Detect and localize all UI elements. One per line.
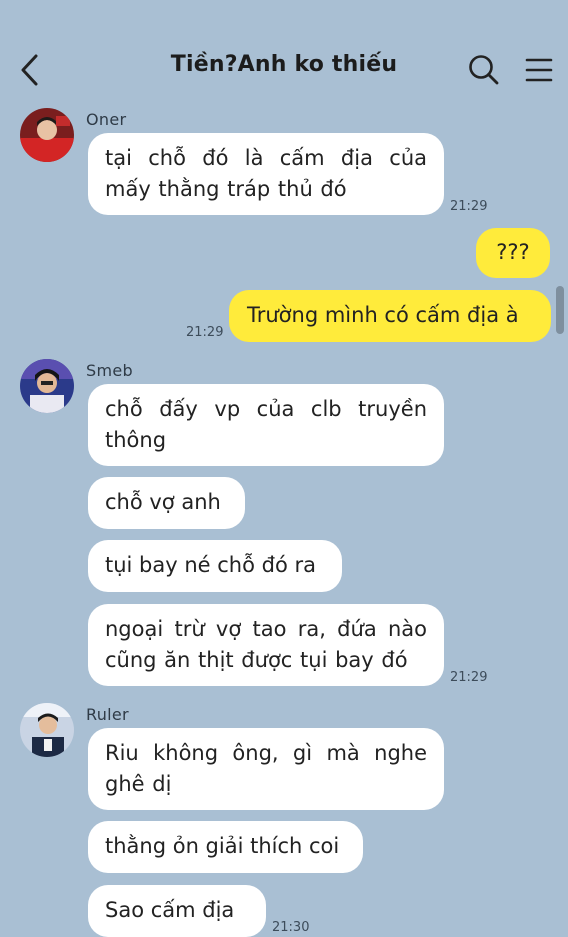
message-bubble-ruler-2[interactable]: thằng ỏn giải thích coi xyxy=(88,821,363,873)
avatar-image xyxy=(20,108,74,162)
message-bubble-smeb-2[interactable]: chỗ vợ anh xyxy=(88,477,245,529)
scrollbar[interactable] xyxy=(556,286,564,334)
avatar-image xyxy=(20,359,74,413)
timestamp-me: 21:29 xyxy=(186,325,224,340)
message-bubble-smeb-1[interactable]: chỗ đấy vp của clb truyền thông xyxy=(88,384,444,466)
timestamp-ruler: 21:30 xyxy=(272,920,310,935)
sender-name-ruler: Ruler xyxy=(86,705,129,724)
message-bubble-smeb-3[interactable]: tụi bay né chỗ đó ra xyxy=(88,540,342,592)
chat-header: Tiền?Anh ko thiếu xyxy=(0,0,568,100)
search-icon xyxy=(469,55,499,85)
avatar-image xyxy=(20,703,74,757)
hamburger-menu-icon xyxy=(525,58,553,82)
message-bubble-ruler-1[interactable]: Riu không ông, gì mà nghe ghê dị xyxy=(88,728,444,810)
timestamp-oner: 21:29 xyxy=(450,199,488,214)
sender-name-oner: Oner xyxy=(86,110,127,129)
menu-button[interactable] xyxy=(522,54,556,86)
message-bubble-smeb-4[interactable]: ngoại trừ vợ tao ra, đứa nào cũng ăn thị… xyxy=(88,604,444,686)
avatar-smeb[interactable] xyxy=(20,359,74,413)
message-bubble-me-2[interactable]: Trường mình có cấm địa à xyxy=(229,290,551,342)
search-button[interactable] xyxy=(466,52,502,88)
avatar-ruler[interactable] xyxy=(20,703,74,757)
sender-name-smeb: Smeb xyxy=(86,361,133,380)
message-bubble-me-1[interactable]: ??? xyxy=(476,228,550,278)
timestamp-smeb: 21:29 xyxy=(450,670,488,685)
message-bubble-ruler-3[interactable]: Sao cấm địa xyxy=(88,885,266,937)
message-bubble-oner-1[interactable]: tại chỗ đó là cấm địa của mấy thằng tráp… xyxy=(88,133,444,215)
avatar-oner[interactable] xyxy=(20,108,74,162)
